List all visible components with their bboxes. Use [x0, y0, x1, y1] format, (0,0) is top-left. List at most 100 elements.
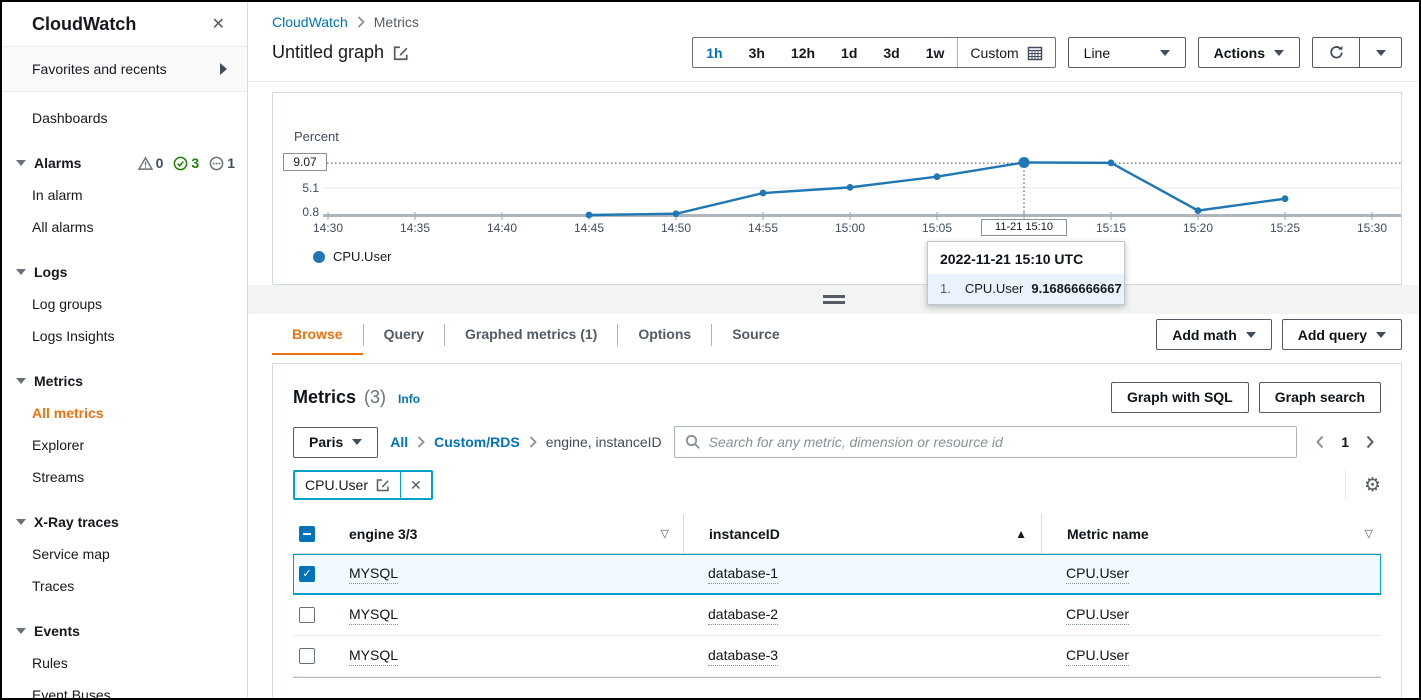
x-tick-label: 14:50 [646, 221, 706, 235]
row-checkbox[interactable] [299, 566, 315, 582]
x-tick-label: 14:40 [472, 221, 532, 235]
tooltip-series-name: CPU.User [965, 281, 1024, 296]
sidebar-item-favorites[interactable]: Favorites and recents [2, 47, 247, 92]
sidebar-section-metrics[interactable]: Metrics [2, 365, 247, 397]
next-page-icon[interactable] [1365, 435, 1375, 449]
select-all-checkbox[interactable] [299, 526, 315, 542]
chevron-down-icon [16, 269, 26, 275]
tab-source[interactable]: Source [712, 314, 799, 355]
sidebar-item-dashboards[interactable]: Dashboards [2, 102, 247, 134]
x-tick-label: 15:20 [1168, 221, 1228, 235]
alarm-count-insufficient: 1 [227, 155, 235, 171]
sidebar-title: CloudWatch [32, 14, 136, 35]
edit-icon[interactable] [376, 478, 390, 492]
sidebar-item-event-buses[interactable]: Event Buses [2, 679, 247, 698]
crumb-custom-rds[interactable]: Custom/RDS [434, 434, 520, 450]
panel-title: Metrics [293, 387, 356, 408]
prev-page-icon[interactable] [1315, 435, 1325, 449]
sidebar-item-service-map[interactable]: Service map [2, 538, 247, 570]
table-row[interactable]: MYSQL database-2 CPU.User [293, 595, 1381, 636]
chart-legend[interactable]: CPU.User [313, 249, 392, 264]
close-icon[interactable]: ✕ [212, 14, 225, 34]
remove-filter-icon[interactable]: ✕ [400, 472, 431, 498]
x-tick-label: 14:35 [385, 221, 445, 235]
sidebar-item-all-alarms[interactable]: All alarms [2, 211, 247, 243]
refresh-control [1312, 37, 1402, 68]
region-select[interactable]: Paris [293, 427, 378, 458]
chevron-down-icon [1160, 50, 1170, 56]
metric-graph[interactable]: Percent 9.07 5.1 0.8 14:3014:3514:4014:4… [272, 92, 1402, 285]
panel-splitter [248, 285, 1419, 314]
sidebar-section-events[interactable]: Events [2, 615, 247, 647]
filter-icon[interactable]: ▽ [1365, 527, 1373, 540]
chevron-down-icon [1274, 50, 1284, 56]
chevron-down-icon [16, 378, 26, 384]
graph-type-select[interactable]: Line [1068, 37, 1186, 68]
alarm-count-ok: 3 [191, 155, 199, 171]
time-range-12h[interactable]: 12h [778, 38, 828, 67]
crumb-all[interactable]: All [390, 434, 408, 450]
sidebar-nav: Dashboards Alarms 0 3 1 In alarm All ala… [2, 92, 247, 698]
sidebar-section-alarms[interactable]: Alarms 0 3 1 [2, 147, 247, 179]
breadcrumb-cloudwatch[interactable]: CloudWatch [272, 14, 348, 30]
add-query-button[interactable]: Add query [1282, 319, 1402, 350]
tab-browse[interactable]: Browse [272, 314, 363, 355]
edit-icon[interactable] [393, 45, 409, 61]
alarm-count-warning: 0 [156, 155, 164, 171]
graph-with-sql-button[interactable]: Graph with SQL [1111, 382, 1249, 413]
refresh-options-button[interactable] [1359, 38, 1401, 67]
sidebar-item-rules[interactable]: Rules [2, 647, 247, 679]
sidebar-item-all-metrics[interactable]: All metrics [2, 397, 247, 429]
tab-query[interactable]: Query [364, 314, 444, 355]
chevron-down-icon [16, 628, 26, 634]
sort-ascending-icon[interactable]: ▲ [1015, 527, 1027, 541]
line-chart[interactable] [273, 93, 1403, 284]
time-range-custom[interactable]: Custom [957, 38, 1054, 67]
refresh-icon [1328, 44, 1345, 61]
filter-icon[interactable]: ▽ [661, 527, 669, 540]
column-header-instanceid[interactable]: instanceID [709, 526, 780, 542]
column-header-metric-name[interactable]: Metric name [1067, 526, 1149, 542]
row-checkbox[interactable] [299, 607, 315, 623]
add-math-button[interactable]: Add math [1156, 319, 1272, 350]
sidebar-item-traces[interactable]: Traces [2, 570, 247, 602]
settings-gear-icon[interactable]: ⚙ [1364, 474, 1381, 497]
sidebar-section-xray[interactable]: X-Ray traces [2, 506, 247, 538]
sidebar-item-streams[interactable]: Streams [2, 461, 247, 493]
metric-search[interactable] [674, 426, 1298, 458]
search-input[interactable] [709, 434, 1287, 450]
time-range-1w[interactable]: 1w [913, 38, 958, 67]
refresh-button[interactable] [1313, 38, 1359, 67]
time-range-3d[interactable]: 3d [870, 38, 912, 67]
info-link[interactable]: Info [398, 392, 420, 406]
x-tick-label: 15:30 [1342, 221, 1402, 235]
metrics-count: (3) [364, 387, 386, 408]
resize-handle[interactable] [823, 295, 845, 304]
x-tick-label: 14:55 [733, 221, 793, 235]
page-number: 1 [1341, 434, 1349, 450]
time-range-1d[interactable]: 1d [828, 38, 870, 67]
time-range-3h[interactable]: 3h [736, 38, 778, 67]
row-checkbox[interactable] [299, 648, 315, 664]
sidebar-section-logs[interactable]: Logs [2, 256, 247, 288]
x-tick-label: 15:15 [1081, 221, 1141, 235]
chevron-down-icon [352, 439, 362, 445]
time-range-1h[interactable]: 1h [693, 38, 735, 67]
table-row[interactable]: MYSQL database-3 CPU.User [293, 636, 1381, 677]
sidebar-item-logs-insights[interactable]: Logs Insights [2, 320, 247, 352]
actions-button[interactable]: Actions [1198, 37, 1300, 68]
x-tick-label: 14:45 [559, 221, 619, 235]
tooltip-row: 1. CPU.User 9.16866666667 [928, 274, 1124, 304]
sidebar-item-in-alarm[interactable]: In alarm [2, 179, 247, 211]
filter-chip: CPU.User ✕ [293, 470, 433, 500]
tab-options[interactable]: Options [618, 314, 711, 355]
table-row[interactable]: MYSQL database-1 CPU.User [293, 554, 1381, 595]
y-tick-label: 5.1 [289, 181, 319, 195]
tab-graphed-metrics[interactable]: Graphed metrics (1) [445, 314, 617, 355]
sidebar-item-log-groups[interactable]: Log groups [2, 288, 247, 320]
graph-search-button[interactable]: Graph search [1259, 382, 1381, 413]
column-header-engine[interactable]: engine 3/3 [349, 526, 417, 542]
sidebar-item-explorer[interactable]: Explorer [2, 429, 247, 461]
chevron-down-icon [1246, 332, 1256, 338]
x-tick-label: 15:05 [907, 221, 967, 235]
